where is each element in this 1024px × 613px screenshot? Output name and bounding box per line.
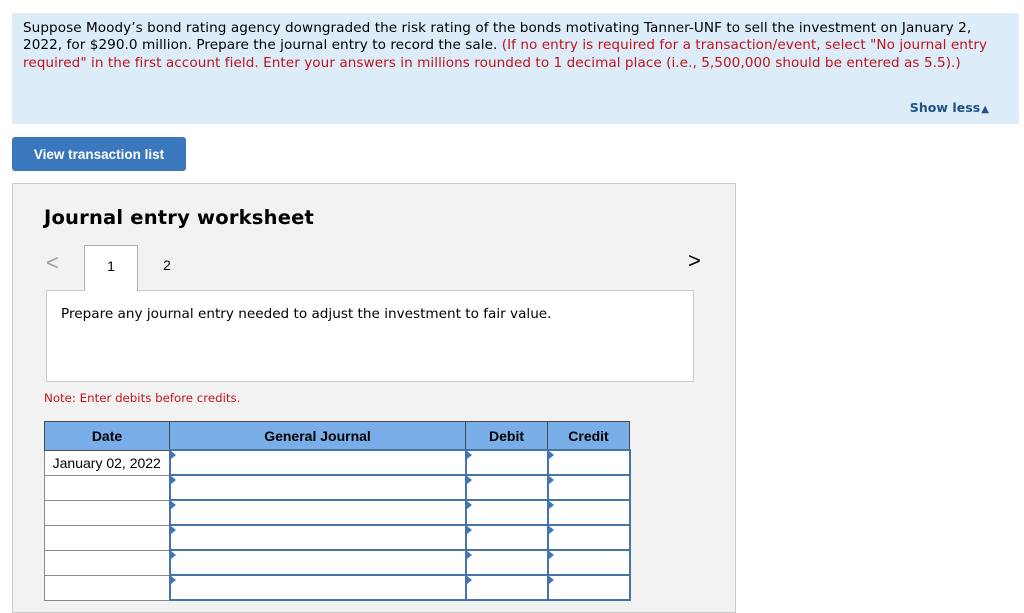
date-cell (44, 474, 170, 501)
dropdown-flag-icon (548, 501, 554, 509)
dropdown-flag-icon (466, 501, 472, 509)
dropdown-flag-icon (466, 576, 472, 584)
dropdown-flag-icon (466, 476, 472, 484)
date-cell: January 02, 2022 (44, 449, 170, 476)
debit-cell (464, 474, 549, 501)
dropdown-flag-icon (170, 526, 176, 534)
credit-input[interactable] (548, 502, 629, 523)
triangle-up-icon: ▲ (981, 104, 989, 115)
credit-input[interactable] (548, 452, 629, 473)
header-debit: Debit (465, 421, 548, 451)
account-cell (168, 549, 467, 576)
dropdown-flag-icon (548, 551, 554, 559)
dropdown-flag-icon (170, 476, 176, 484)
journal-table: Date General Journal Debit Credit Januar… (44, 421, 631, 601)
header-general-journal: General Journal (169, 421, 466, 451)
table-row: January 02, 2022 (44, 449, 631, 476)
table-row (44, 499, 631, 526)
debit-input[interactable] (466, 477, 547, 498)
credit-input[interactable] (548, 552, 629, 573)
credit-cell (546, 549, 631, 576)
table-row (44, 574, 631, 601)
note-text: Note: Enter debits before credits. (44, 391, 241, 405)
table-row (44, 549, 631, 576)
account-cell (168, 474, 467, 501)
account-cell (168, 574, 467, 601)
credit-cell (546, 574, 631, 601)
credit-cell (546, 499, 631, 526)
chevron-left-icon[interactable]: < (46, 250, 59, 276)
tab-label: 2 (163, 257, 171, 273)
dropdown-flag-icon (170, 576, 176, 584)
dropdown-flag-icon (170, 451, 176, 459)
dropdown-flag-icon (170, 501, 176, 509)
header-credit: Credit (547, 421, 630, 451)
debit-cell (464, 449, 549, 476)
table-header-row: Date General Journal Debit Credit (44, 421, 630, 451)
account-input[interactable] (170, 452, 465, 473)
debit-cell (464, 499, 549, 526)
credit-cell (546, 474, 631, 501)
account-input[interactable] (170, 527, 465, 548)
show-less-label: Show less (909, 100, 981, 115)
account-input[interactable] (170, 552, 465, 573)
debit-cell (464, 524, 549, 551)
tab-label: 1 (107, 258, 115, 274)
debit-input[interactable] (466, 527, 547, 548)
dropdown-flag-icon (548, 451, 554, 459)
question-prompt: Suppose Moody’s bond rating agency downg… (12, 13, 1019, 124)
worksheet-title: Journal entry worksheet (44, 206, 315, 229)
dropdown-flag-icon (466, 526, 472, 534)
credit-cell (546, 524, 631, 551)
show-less-link[interactable]: Show less▲ (910, 99, 989, 118)
account-input[interactable] (170, 477, 465, 498)
header-date: Date (44, 421, 170, 451)
credit-input[interactable] (548, 527, 629, 548)
instruction-text: Prepare any journal entry needed to adju… (61, 306, 552, 322)
account-input[interactable] (170, 502, 465, 523)
dropdown-flag-icon (548, 526, 554, 534)
debit-cell (464, 574, 549, 601)
credit-input[interactable] (548, 577, 629, 598)
tab-1[interactable]: 1 (84, 245, 138, 291)
date-cell (44, 574, 170, 601)
date-cell (44, 549, 170, 576)
debit-input[interactable] (466, 577, 547, 598)
debit-input[interactable] (466, 452, 547, 473)
credit-cell (546, 449, 631, 476)
view-transaction-list-button[interactable]: View transaction list (12, 137, 186, 171)
dropdown-flag-icon (466, 451, 472, 459)
account-cell (168, 449, 467, 476)
dropdown-flag-icon (548, 576, 554, 584)
dropdown-flag-icon (170, 551, 176, 559)
account-cell (168, 499, 467, 526)
debit-input[interactable] (466, 502, 547, 523)
date-cell (44, 499, 170, 526)
chevron-right-icon[interactable]: > (688, 248, 701, 274)
account-input[interactable] (170, 577, 465, 598)
table-row (44, 524, 631, 551)
date-cell (44, 524, 170, 551)
dropdown-flag-icon (548, 476, 554, 484)
journal-entry-worksheet: Journal entry worksheet < 1 2 > Prepare … (12, 183, 736, 613)
credit-input[interactable] (548, 477, 629, 498)
debit-input[interactable] (466, 552, 547, 573)
tab-2[interactable]: 2 (139, 245, 195, 289)
debit-cell (464, 549, 549, 576)
table-row (44, 474, 631, 501)
account-cell (168, 524, 467, 551)
dropdown-flag-icon (466, 551, 472, 559)
instruction-box: Prepare any journal entry needed to adju… (46, 290, 694, 382)
